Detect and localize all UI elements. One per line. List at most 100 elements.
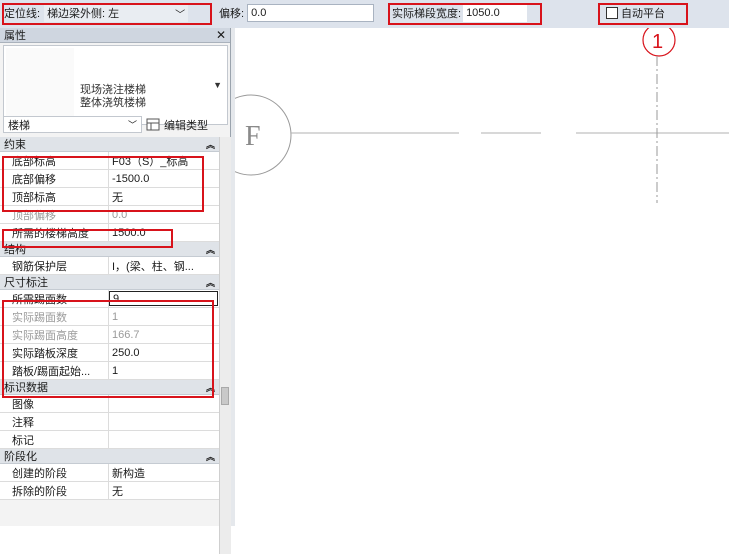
scrollbar-thumb[interactable]: [221, 387, 229, 405]
property-name: 所需踢面数: [0, 290, 109, 307]
options-bar: 定位线: 梯边梁外侧: 左 ﹀ 偏移: 0.0 实际梯段宽度: 1050.0 自…: [0, 0, 729, 29]
property-row: 图像: [0, 395, 219, 413]
collapse-icon[interactable]: ︽: [206, 381, 215, 394]
property-row: 拆除的阶段无: [0, 482, 219, 500]
property-value[interactable]: 新构造: [109, 464, 219, 481]
property-row: 钢筋保护层 I，(梁、柱、钢...: [0, 257, 219, 275]
properties-panel: 属性 ✕ 现场浇注楼梯 整体浇筑楼梯 ▼ 楼梯 ﹀ 编辑类型 约束 ︽ 底部标高 F0…: [0, 28, 231, 554]
drawing-svg: F 1: [210, 23, 729, 203]
property-value[interactable]: [109, 413, 219, 430]
type-selector[interactable]: 现场浇注楼梯 整体浇筑楼梯 ▼: [3, 45, 228, 125]
property-value: 1: [112, 310, 119, 323]
property-row: 实际踢面数 1: [0, 308, 219, 326]
property-row: 底部偏移 -1500.0: [0, 170, 219, 188]
offset-label: 偏移:: [219, 8, 245, 20]
property-value: 0.0: [112, 208, 128, 221]
auto-landing-group[interactable]: 自动平台: [606, 3, 665, 23]
properties-title-bar: 属性 ✕: [0, 28, 230, 43]
property-name: 顶部偏移: [0, 206, 109, 223]
grid-bubble-f-label: F: [245, 121, 261, 152]
property-row: 实际踏板深度 250.0: [0, 344, 219, 362]
section-header[interactable]: 结构 ︽: [0, 242, 219, 257]
type-preview-image: [6, 48, 74, 122]
type-type-name: 整体浇筑楼梯: [80, 97, 146, 109]
chevron-down-icon: ﹀: [175, 9, 186, 21]
location-line-label: 定位线:: [4, 8, 41, 20]
offset-input[interactable]: 0.0: [247, 4, 375, 22]
section-title: 标识数据: [4, 382, 48, 394]
property-name: 底部偏移: [0, 170, 109, 187]
run-width-input[interactable]: 1050.0: [463, 4, 528, 22]
properties-scrollbar[interactable]: [219, 137, 231, 554]
property-row: 顶部偏移 0.0: [0, 206, 219, 224]
property-row: 创建的阶段 新构造: [0, 464, 219, 482]
property-value[interactable]: [109, 395, 219, 412]
drawing-canvas[interactable]: F 1: [210, 23, 729, 526]
close-icon[interactable]: ✕: [216, 28, 226, 42]
category-row: 楼梯 ﹀ 编辑类型: [0, 114, 231, 134]
property-name: 标记: [0, 431, 109, 448]
property-row: 踏板/踢面起始... 1: [0, 362, 219, 380]
grid-bubble-f: [210, 94, 292, 176]
category-filter-select[interactable]: 楼梯 ﹀: [3, 116, 142, 133]
property-name: 钢筋保护层: [0, 257, 109, 274]
property-row: 底部标高 F03（S）_标高: [0, 152, 219, 170]
run-width-group: 实际梯段宽度: 1050.0: [392, 3, 528, 23]
location-line-value: 梯边梁外侧: 左: [47, 8, 120, 20]
property-name: 顶部标高: [0, 188, 109, 205]
property-row: 所需踢面数 9: [0, 290, 219, 308]
property-value[interactable]: 250.0: [109, 344, 219, 361]
property-name: 所需的楼梯高度: [0, 224, 109, 241]
edit-type-label: 编辑类型: [164, 119, 208, 132]
property-grid: 约束 ︽ 底部标高 F03（S）_标高 底部偏移 -1500.0 顶部标高无顶部偏移 0.0 所…: [0, 137, 219, 500]
type-name: 现场浇注楼梯 整体浇筑楼梯: [80, 84, 146, 110]
property-row: 标记: [0, 431, 219, 449]
property-name: 实际踢面数: [0, 308, 109, 325]
collapse-icon[interactable]: ︽: [206, 138, 215, 151]
section-title: 结构: [4, 244, 26, 256]
grid-bubble-1-label: 1: [652, 31, 663, 53]
property-value[interactable]: 9: [109, 291, 218, 306]
location-line-group: 定位线: 梯边梁外侧: 左 ﹀: [4, 3, 189, 23]
property-name: 实际踏板深度: [0, 344, 109, 361]
run-width-value: 1050.0: [466, 7, 500, 19]
property-name: 拆除的阶段: [0, 482, 109, 499]
property-value[interactable]: 无: [109, 482, 219, 499]
category-value: 楼梯: [8, 119, 30, 132]
property-value[interactable]: 无: [109, 188, 219, 205]
section-title: 尺寸标注: [4, 277, 48, 289]
property-value[interactable]: -1500.0: [109, 170, 219, 187]
property-row: 所需的楼梯高度 1500.0: [0, 224, 219, 242]
dropdown-arrow-icon: ▼: [213, 80, 222, 90]
auto-landing-checkbox[interactable]: [606, 7, 618, 19]
type-family-name: 现场浇注楼梯: [80, 84, 146, 96]
section-header[interactable]: 标识数据 ︽: [0, 380, 219, 395]
property-value[interactable]: 1: [109, 362, 219, 379]
collapse-icon[interactable]: ︽: [206, 276, 215, 289]
property-value[interactable]: I，(梁、柱、钢...: [109, 257, 219, 274]
panel-divider[interactable]: [231, 28, 235, 526]
section-header[interactable]: 约束 ︽: [0, 137, 219, 152]
collapse-icon[interactable]: ︽: [206, 243, 215, 256]
location-line-select[interactable]: 梯边梁外侧: 左 ﹀: [44, 4, 189, 22]
property-value: 166.7: [112, 328, 140, 341]
property-name: 底部标高: [0, 152, 109, 169]
property-name: 注释: [0, 413, 109, 430]
auto-landing-label: 自动平台: [621, 8, 665, 20]
property-value[interactable]: [109, 431, 219, 448]
offset-value: 0.0: [251, 7, 267, 19]
edit-type-button[interactable]: 编辑类型: [146, 116, 208, 133]
properties-title: 属性: [4, 30, 26, 42]
property-row: 实际踢面高度 166.7: [0, 326, 219, 344]
offset-group: 偏移: 0.0: [219, 3, 375, 23]
collapse-icon[interactable]: ︽: [206, 450, 215, 463]
edit-type-icon: [146, 118, 160, 131]
property-name: 实际踢面高度: [0, 326, 109, 343]
section-header[interactable]: 尺寸标注 ︽: [0, 275, 219, 290]
property-name: 创建的阶段: [0, 464, 109, 481]
section-title: 约束: [4, 139, 26, 151]
property-value[interactable]: 1500.0: [109, 224, 219, 241]
section-header[interactable]: 阶段化 ︽: [0, 449, 219, 464]
section-title: 阶段化: [4, 451, 37, 463]
property-value[interactable]: F03（S）_标高: [109, 152, 219, 169]
